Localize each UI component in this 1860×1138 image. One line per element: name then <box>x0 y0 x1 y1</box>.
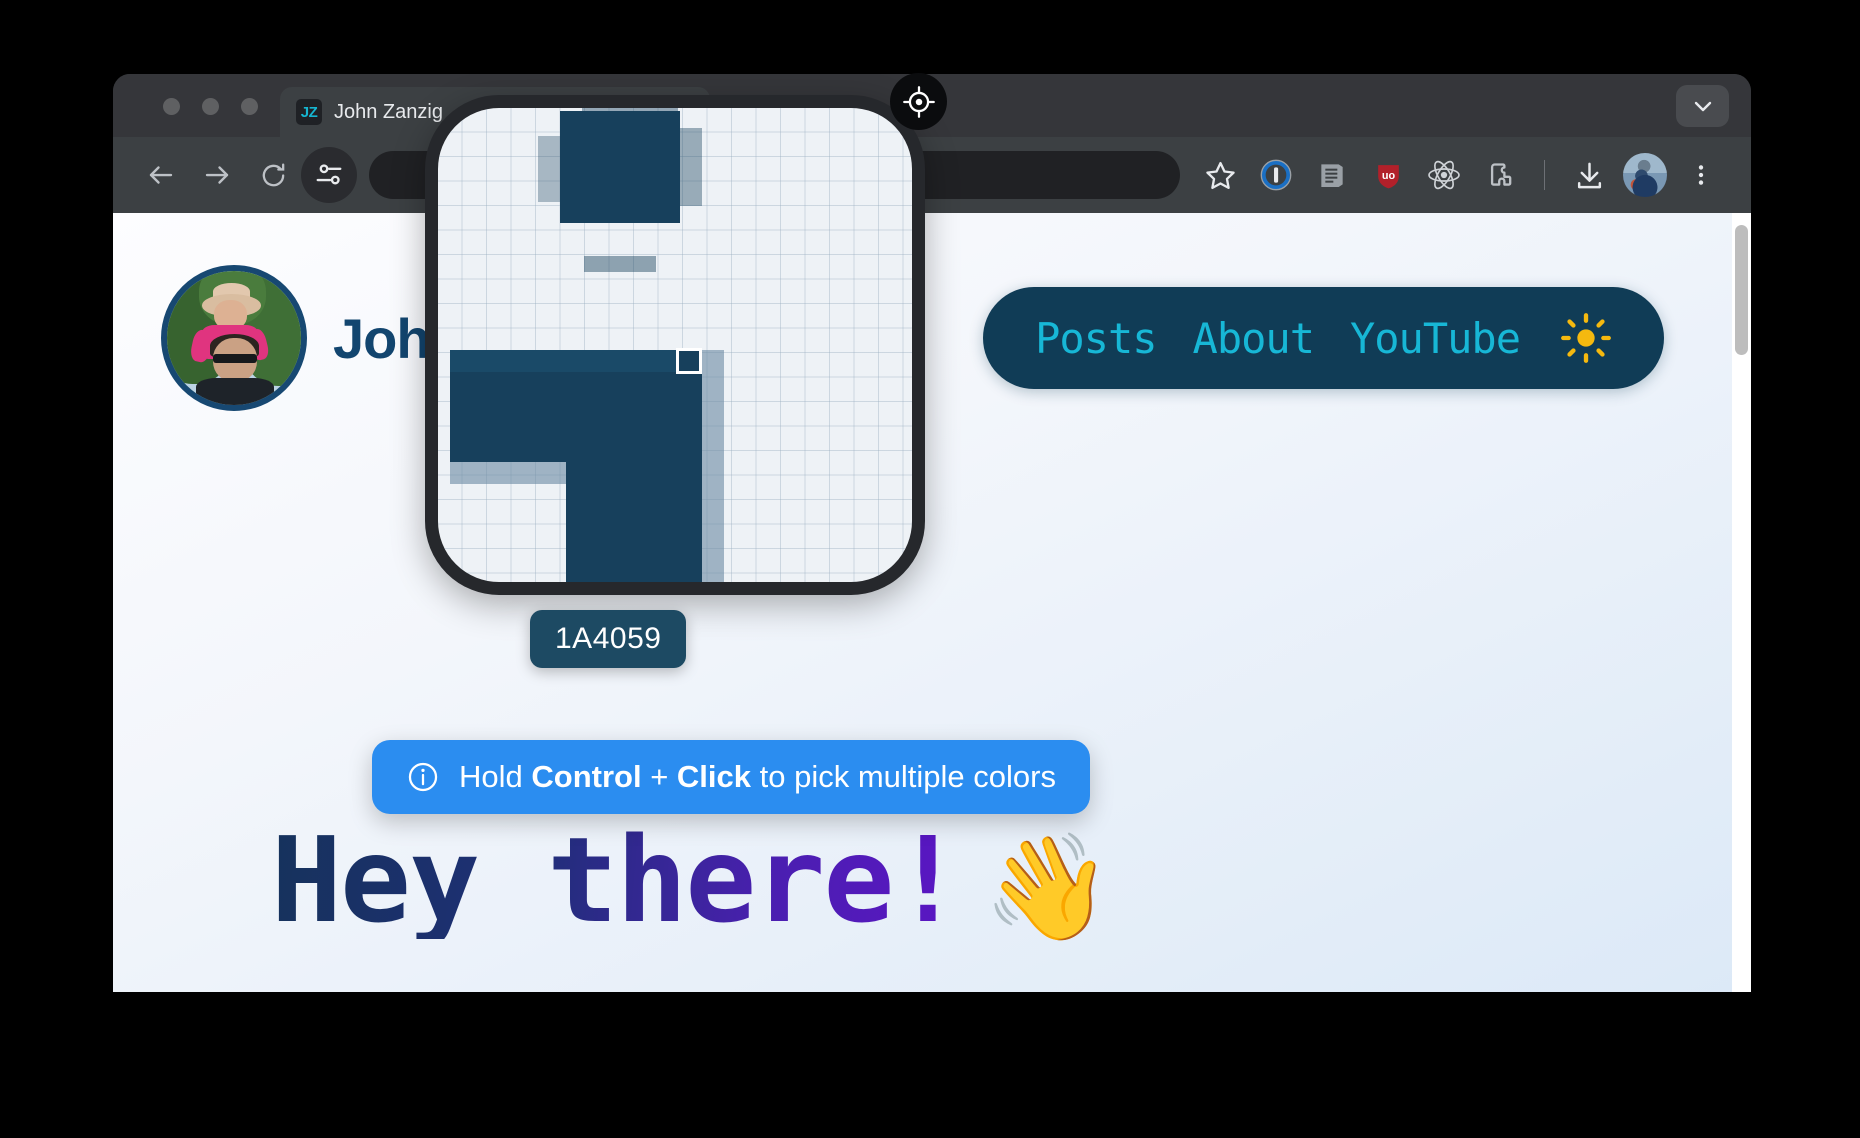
bookmark-button[interactable] <box>1192 147 1248 203</box>
react-devtools-extension-icon <box>1426 157 1462 193</box>
reader-mode-extension-button[interactable] <box>1304 147 1360 203</box>
onepassword-extension-icon <box>1259 158 1293 192</box>
download-icon <box>1574 160 1605 191</box>
back-button[interactable] <box>133 147 189 203</box>
chevron-down-icon <box>1691 94 1715 118</box>
window-close-button[interactable] <box>163 98 180 115</box>
desktop-backdrop: JZ John Zanzig uo John Posts About YouTu… <box>0 0 1860 1138</box>
brand[interactable]: John <box>161 265 464 411</box>
downloads-button[interactable] <box>1561 147 1617 203</box>
arrow-left-icon <box>146 160 176 190</box>
arrow-right-icon <box>202 160 232 190</box>
extensions-puzzle-icon <box>1485 160 1516 191</box>
svg-text:uo: uo <box>1381 169 1395 181</box>
nav-item-posts[interactable]: Posts <box>1035 314 1157 363</box>
extensions-menu-button[interactable] <box>1472 147 1528 203</box>
hint-prefix: Hold <box>459 759 532 794</box>
hero-heading: Hey there! 👋 <box>271 811 1113 949</box>
crosshair-target-icon <box>890 73 947 130</box>
hint-key-click: Click <box>676 759 752 794</box>
picked-color-hex-label: 1A4059 <box>530 610 687 668</box>
ublock-origin-extension-button[interactable]: uo <box>1360 147 1416 203</box>
react-devtools-extension-button[interactable] <box>1416 147 1472 203</box>
multi-pick-hint-text: Hold Control + Click to pick multiple co… <box>459 759 1056 795</box>
page-scrollbar-thumb[interactable] <box>1735 225 1748 355</box>
eyedropper-pixel-cursor <box>676 348 702 374</box>
window-controls <box>113 98 258 137</box>
browser-menu-button[interactable] <box>1673 147 1729 203</box>
multi-pick-hint-toast: Hold Control + Click to pick multiple co… <box>372 740 1090 814</box>
toolbar-divider <box>1544 160 1545 190</box>
profile-button[interactable] <box>1617 147 1673 203</box>
star-outline-icon <box>1204 159 1237 192</box>
nav-item-youtube[interactable]: YouTube <box>1350 314 1521 363</box>
window-maximize-button[interactable] <box>241 98 258 115</box>
avatar <box>161 265 307 411</box>
window-minimize-button[interactable] <box>202 98 219 115</box>
extension-icons: uo <box>1248 147 1528 203</box>
hint-key-control: Control <box>531 759 642 794</box>
ublock-origin-extension-icon: uo <box>1373 160 1404 191</box>
hint-suffix: to pick multiple colors <box>751 759 1056 794</box>
profile-avatar <box>1623 153 1667 197</box>
waving-hand-icon: 👋 <box>983 826 1112 948</box>
eyedropper-magnifier <box>425 95 925 595</box>
reload-button[interactable] <box>245 147 301 203</box>
tune-sliders-icon <box>314 160 344 190</box>
nav-item-about[interactable]: About <box>1193 314 1315 363</box>
reader-mode-extension-icon <box>1316 159 1348 191</box>
browser-toolbar: uo <box>113 137 1751 213</box>
theme-toggle-button[interactable] <box>1560 312 1612 364</box>
tab-search-button[interactable] <box>1676 85 1729 127</box>
page-scrollbar-track[interactable] <box>1732 213 1751 992</box>
site-settings-button[interactable] <box>301 147 357 203</box>
magnified-pixel-grid <box>438 108 912 582</box>
sun-icon <box>1560 312 1612 364</box>
site-nav: Posts About YouTube <box>983 287 1664 389</box>
onepassword-extension-button[interactable] <box>1248 147 1304 203</box>
forward-button[interactable] <box>189 147 245 203</box>
site-initials-favicon: JZ <box>296 99 322 125</box>
page-viewport: John Posts About YouTube Hey there! 👋 <box>113 213 1751 992</box>
info-circle-icon <box>406 760 440 794</box>
reload-icon <box>259 161 288 190</box>
hero-heading-text: Hey there! <box>271 811 963 949</box>
three-dot-menu-icon <box>1688 162 1714 188</box>
eyedropper-overlay[interactable]: 1A4059 <box>425 73 947 668</box>
hint-plus: + <box>641 759 677 794</box>
browser-window: JZ John Zanzig uo John Posts About YouTu… <box>113 74 1751 992</box>
